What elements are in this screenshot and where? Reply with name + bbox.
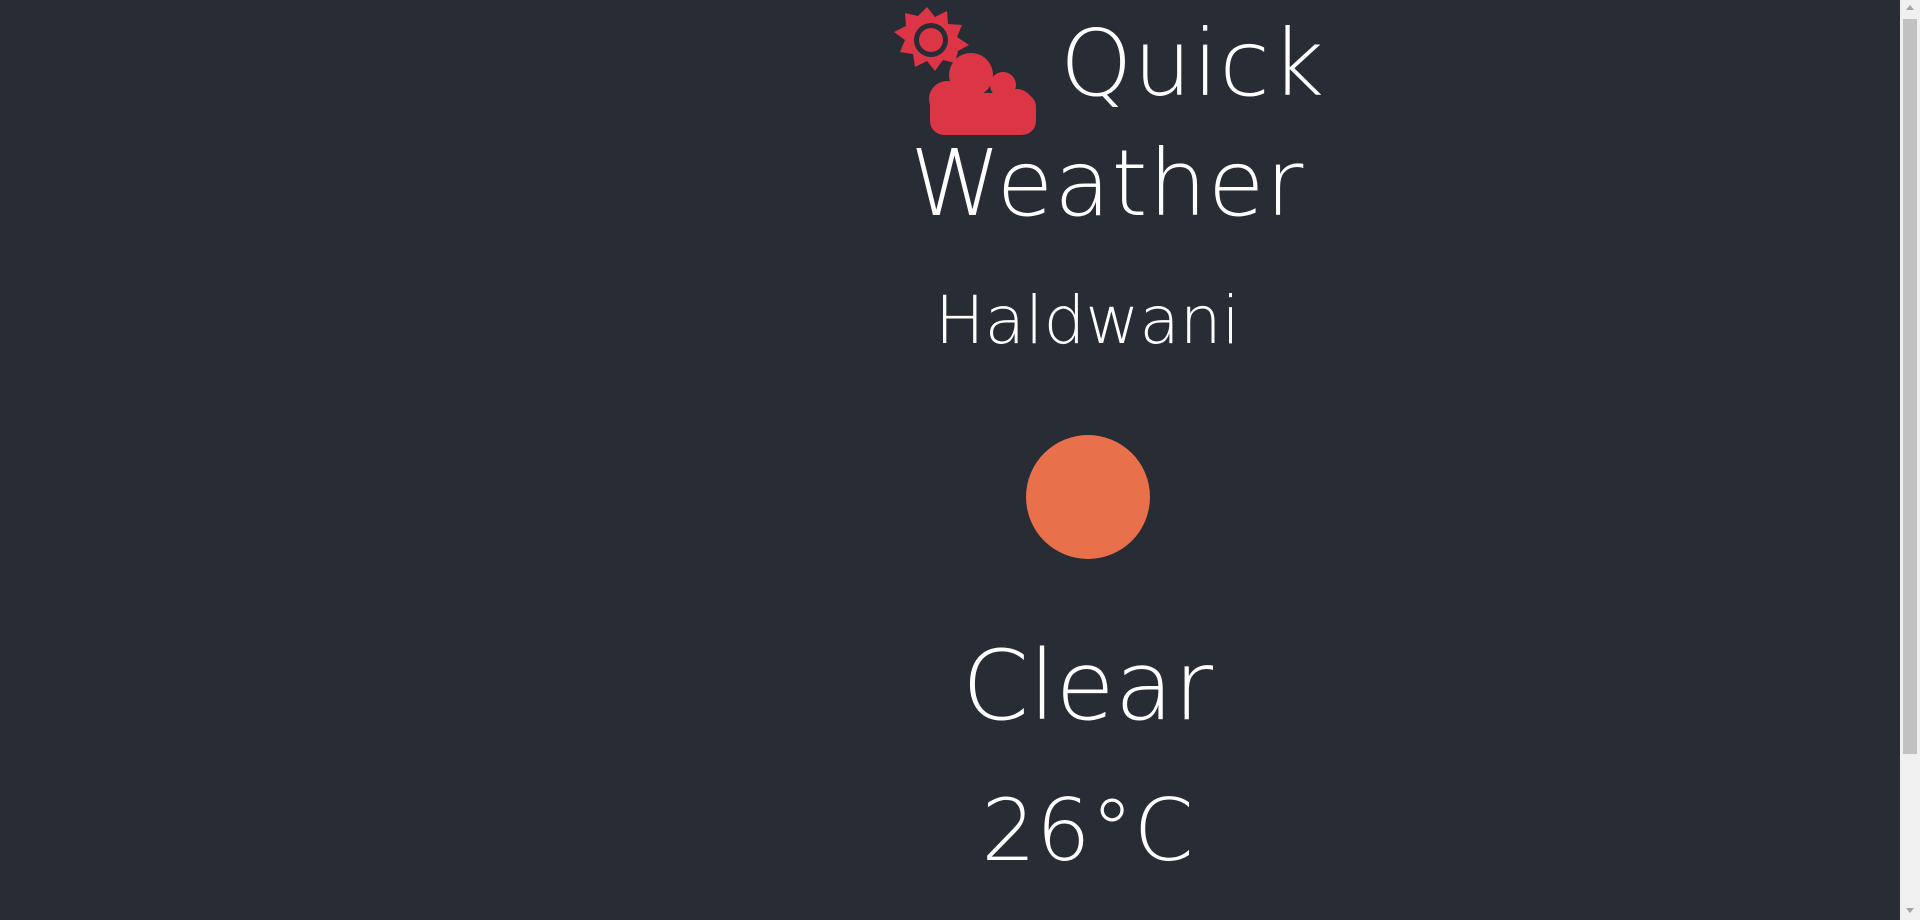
sun-icon — [1026, 435, 1150, 559]
weather-page: Quick Weather Haldwani Clear 26°C — [0, 0, 1900, 920]
weather-condition: Clear — [961, 630, 1214, 742]
app-title-line-2: Weather — [910, 130, 1305, 237]
scroll-up-arrow-icon[interactable] — [1900, 0, 1920, 17]
sun-cloud-icon — [894, 7, 1036, 135]
vertical-scrollbar[interactable] — [1900, 0, 1920, 920]
city-name: Haldwani — [935, 282, 1240, 359]
app-title-line-1: Quick — [1060, 10, 1326, 117]
app-header: Quick Weather — [860, 0, 1340, 240]
temperature: 26°C — [981, 781, 1194, 881]
scroll-down-arrow-icon[interactable] — [1900, 903, 1920, 920]
scrollbar-thumb[interactable] — [1903, 19, 1917, 754]
